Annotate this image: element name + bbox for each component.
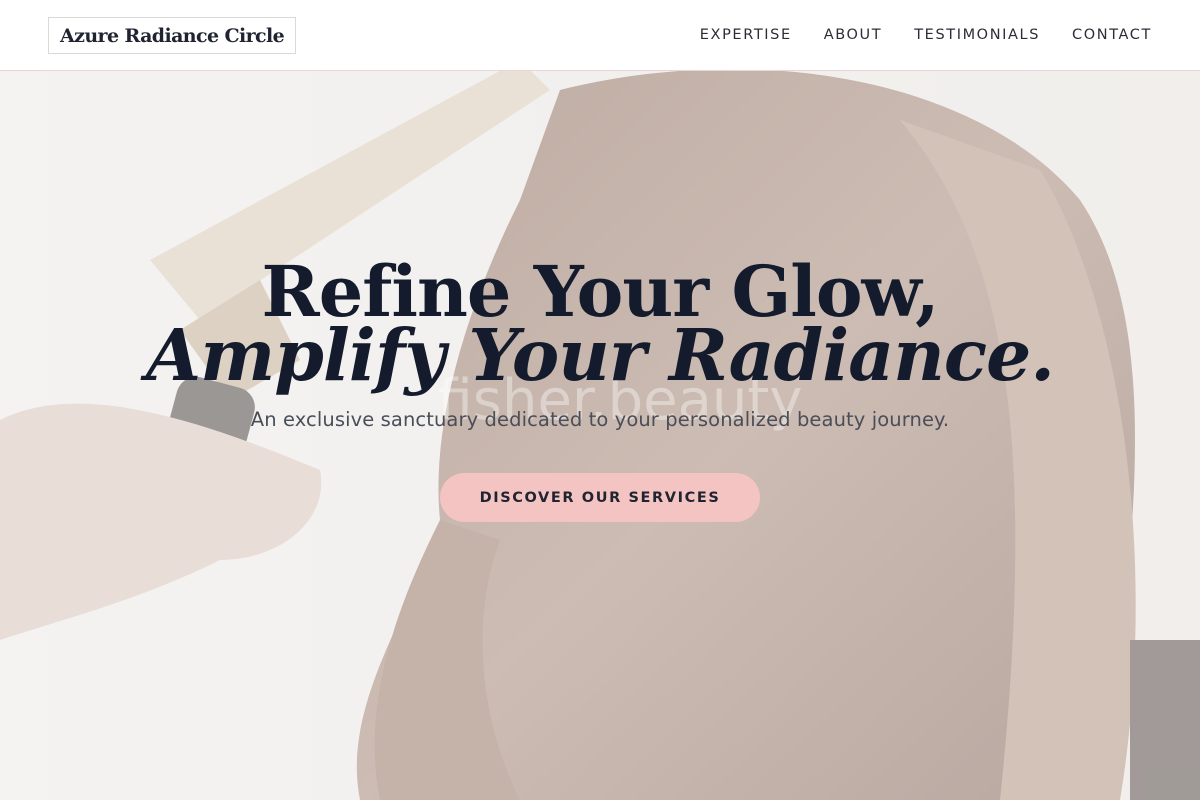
- hero-section: Refine Your Glow, Amplify Your Radiance.…: [0, 250, 1200, 522]
- nav-about[interactable]: ABOUT: [824, 27, 883, 43]
- hero-headline-line2: Amplify Your Radiance.: [146, 313, 1055, 397]
- logo[interactable]: Azure Radiance Circle: [48, 16, 297, 54]
- discover-services-button[interactable]: DISCOVER OUR SERVICES: [439, 473, 761, 522]
- main-nav: EXPERTISE ABOUT TESTIMONIALS CONTACT: [700, 27, 1152, 43]
- nav-expertise[interactable]: EXPERTISE: [700, 27, 792, 43]
- nav-testimonials[interactable]: TESTIMONIALS: [914, 27, 1040, 43]
- site-header: Azure Radiance Circle EXPERTISE ABOUT TE…: [0, 0, 1200, 71]
- nav-contact[interactable]: CONTACT: [1072, 27, 1152, 43]
- hero-subheadline: An exclusive sanctuary dedicated to your…: [250, 408, 950, 431]
